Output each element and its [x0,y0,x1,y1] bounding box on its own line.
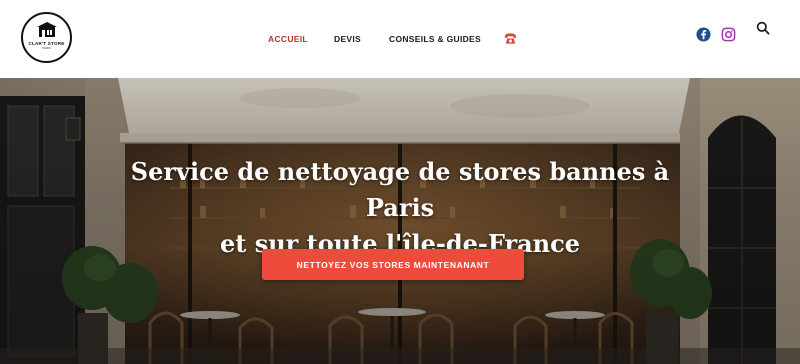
cta-button[interactable]: NETTOYEZ VOS STORES MAINTENANANT [262,249,524,280]
nav-item-conseils-guides[interactable]: CONSEILS & GUIDES [389,31,481,47]
search-icon[interactable] [756,21,770,35]
hero-title: Service de nettoyage de stores bannes à … [100,154,700,262]
phone-icon[interactable] [503,31,518,46]
hero-section: Service de nettoyage de stores bannes à … [0,78,800,364]
facebook-icon[interactable] [696,27,711,42]
brand-city: PARIS [42,46,51,50]
brand-logo[interactable]: CLAR'T STORE PARIS [21,12,72,63]
instagram-icon[interactable] [721,27,736,42]
hero-title-line1: Service de nettoyage de stores bannes à … [130,157,670,222]
nav-item-devis[interactable]: DEVIS [334,31,361,47]
storefront-logo-icon [36,22,57,37]
site-header: CLAR'T STORE PARIS ACCUEIL DEVIS CONSEIL… [0,0,800,78]
nav-item-accueil[interactable]: ACCUEIL [268,31,308,47]
